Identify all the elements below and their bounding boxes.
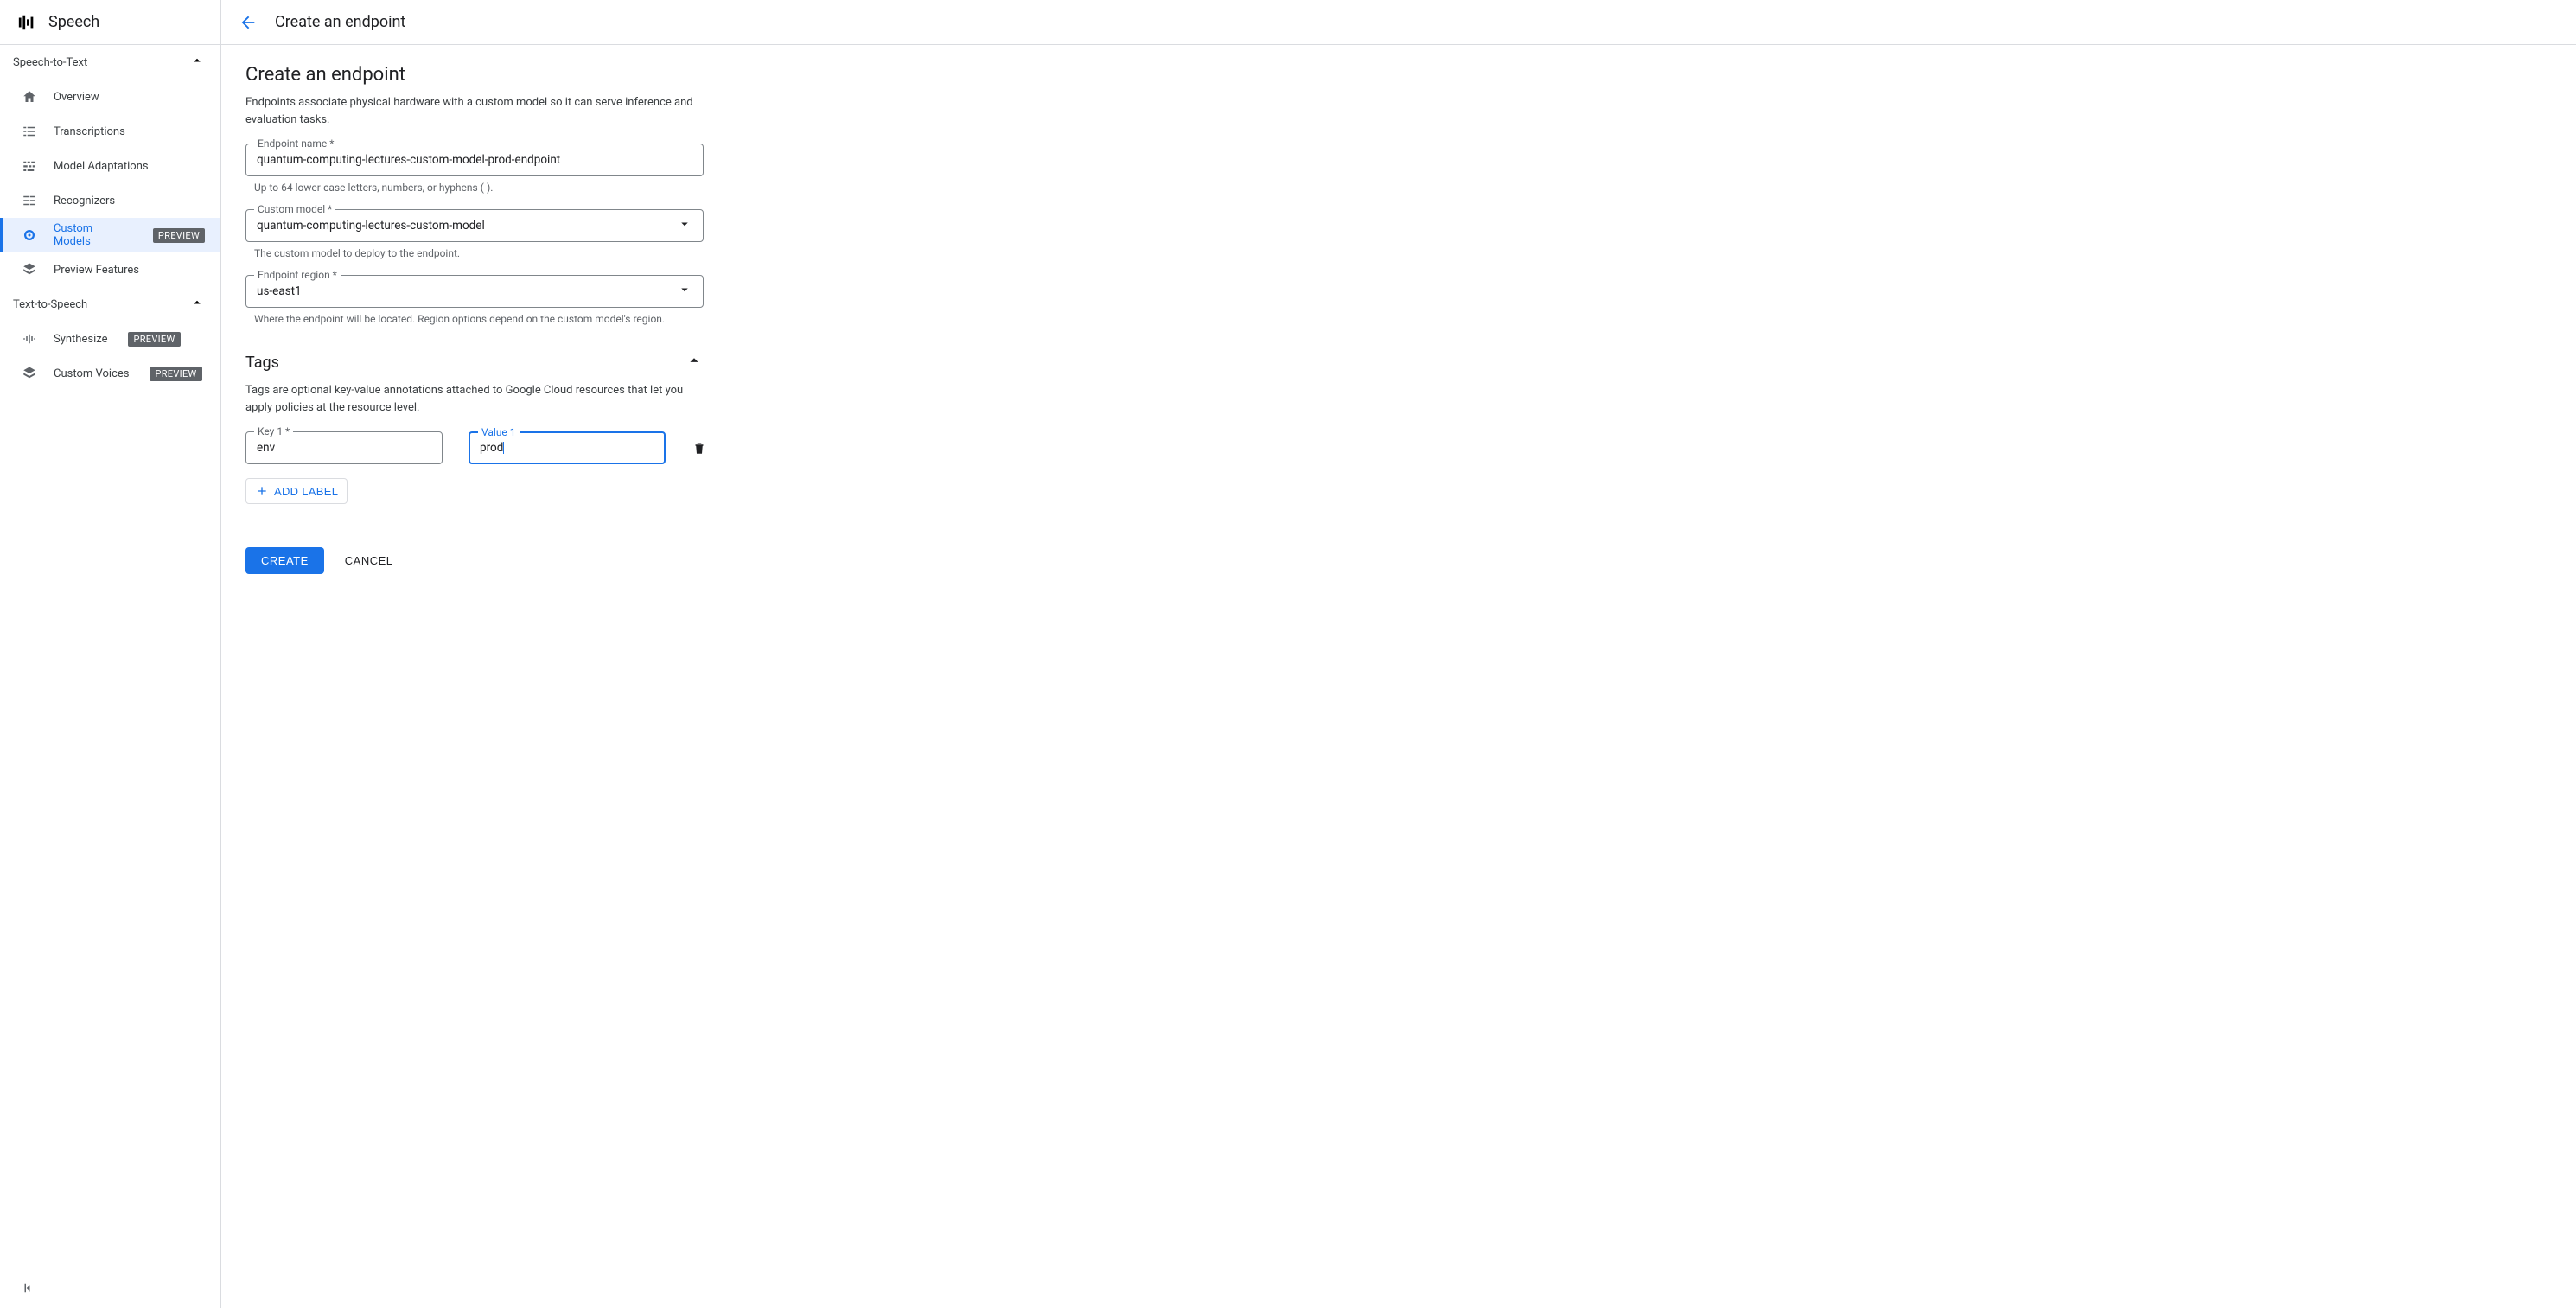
- rows-icon: [21, 193, 38, 208]
- tag-key-input-wrapper[interactable]: Key 1 *: [245, 431, 443, 464]
- dropdown-caret-icon: [677, 216, 692, 235]
- endpoint-region-helper: Where the endpoint will be located. Regi…: [245, 313, 704, 325]
- nav-item-label: Transcriptions: [54, 125, 125, 138]
- nav-section-speech-to-text[interactable]: Speech-to-Text: [0, 45, 220, 80]
- dropdown-caret-icon: [677, 282, 692, 301]
- sidebar-item-recognizers[interactable]: Recognizers: [0, 183, 220, 218]
- page-heading: Create an endpoint: [245, 64, 958, 86]
- nav-item-label: Custom Models: [54, 222, 132, 248]
- sidebar-item-preview-features[interactable]: Preview Features: [0, 252, 220, 287]
- endpoint-name-label: Endpoint name *: [254, 137, 337, 150]
- endpoint-name-input-wrapper[interactable]: Endpoint name *: [245, 144, 704, 176]
- tag-key-input[interactable]: [257, 441, 431, 455]
- endpoint-name-helper: Up to 64 lower-case letters, numbers, or…: [245, 182, 704, 194]
- home-icon: [21, 89, 38, 105]
- nav-item-label: Preview Features: [54, 264, 139, 277]
- nav-section-label: Speech-to-Text: [13, 56, 87, 69]
- back-button[interactable]: [239, 13, 258, 32]
- collapse-sidebar-button[interactable]: [21, 1283, 36, 1299]
- nav-section-label: Text-to-Speech: [13, 298, 87, 311]
- chevron-up-icon: [189, 53, 205, 72]
- custom-model-select[interactable]: Custom model * quantum-computing-lecture…: [245, 209, 704, 242]
- sidebar-item-transcriptions[interactable]: Transcriptions: [0, 114, 220, 149]
- chevron-up-icon: [189, 295, 205, 314]
- sidebar-footer: [0, 1272, 220, 1308]
- product-title: Speech: [48, 13, 99, 31]
- sidebar: Speech Speech-to-Text Overview Transcrip…: [0, 0, 221, 1308]
- tags-description: Tags are optional key-value annotations …: [245, 382, 704, 416]
- preview-badge: PREVIEW: [153, 228, 205, 243]
- tag-value-input[interactable]: prod: [480, 441, 503, 455]
- nav-item-label: Overview: [54, 91, 99, 104]
- tag-key-label: Key 1 *: [254, 425, 293, 437]
- nav-item-label: Synthesize: [54, 333, 107, 346]
- endpoint-name-input[interactable]: [257, 153, 692, 167]
- sidebar-item-custom-voices[interactable]: Custom Voices PREVIEW: [0, 356, 220, 391]
- preview-badge: PREVIEW: [128, 332, 180, 347]
- add-label-text: ADD LABEL: [274, 485, 338, 498]
- delete-tag-button[interactable]: [692, 440, 707, 456]
- sidebar-header: Speech: [0, 0, 220, 45]
- sliders-icon: [21, 158, 38, 174]
- main: Create an endpoint Create an endpoint En…: [221, 0, 2576, 1308]
- add-label-button[interactable]: ADD LABEL: [245, 478, 348, 504]
- chevron-up-icon: [685, 351, 704, 373]
- cancel-button[interactable]: CANCEL: [345, 554, 393, 567]
- tags-heading: Tags: [245, 354, 279, 372]
- action-row: CREATE CANCEL: [245, 547, 958, 574]
- endpoint-region-select[interactable]: Endpoint region * us-east1: [245, 275, 704, 308]
- sidebar-item-synthesize[interactable]: Synthesize PREVIEW: [0, 322, 220, 356]
- page-title: Create an endpoint: [275, 13, 405, 31]
- target-icon: [21, 227, 38, 243]
- nav-item-label: Model Adaptations: [54, 160, 149, 173]
- tag-value-input-wrapper[interactable]: Value 1 prod: [469, 431, 666, 464]
- create-button[interactable]: CREATE: [245, 547, 324, 574]
- nav-section-text-to-speech[interactable]: Text-to-Speech: [0, 287, 220, 322]
- custom-model-value: quantum-computing-lectures-custom-model: [257, 219, 677, 233]
- sidebar-item-model-adaptations[interactable]: Model Adaptations: [0, 149, 220, 183]
- tags-section-header[interactable]: Tags: [245, 351, 704, 373]
- endpoint-name-field: Endpoint name * Up to 64 lower-case lett…: [245, 144, 704, 194]
- endpoint-region-field: Endpoint region * us-east1 Where the end…: [245, 275, 704, 325]
- nav-item-label: Custom Voices: [54, 367, 129, 380]
- custom-model-field: Custom model * quantum-computing-lecture…: [245, 209, 704, 259]
- sidebar-item-overview[interactable]: Overview: [0, 80, 220, 114]
- endpoint-region-value: us-east1: [257, 284, 677, 298]
- preview-badge: PREVIEW: [150, 367, 201, 381]
- sidebar-item-custom-models[interactable]: Custom Models PREVIEW: [0, 218, 220, 252]
- page-description: Endpoints associate physical hardware wi…: [245, 94, 704, 128]
- custom-model-helper: The custom model to deploy to the endpoi…: [245, 247, 704, 259]
- endpoint-region-label: Endpoint region *: [254, 269, 341, 281]
- wave-icon: [21, 331, 38, 347]
- layers-icon: [21, 366, 38, 381]
- tag-value-label: Value 1: [478, 426, 520, 438]
- layers-icon: [21, 262, 38, 278]
- list-icon: [21, 124, 38, 139]
- tag-row: Key 1 * Value 1 prod: [245, 431, 958, 464]
- speech-logo-icon: [17, 13, 36, 32]
- main-header: Create an endpoint: [221, 0, 2576, 45]
- nav-item-label: Recognizers: [54, 195, 115, 207]
- custom-model-label: Custom model *: [254, 203, 335, 215]
- content: Create an endpoint Endpoints associate p…: [221, 45, 982, 593]
